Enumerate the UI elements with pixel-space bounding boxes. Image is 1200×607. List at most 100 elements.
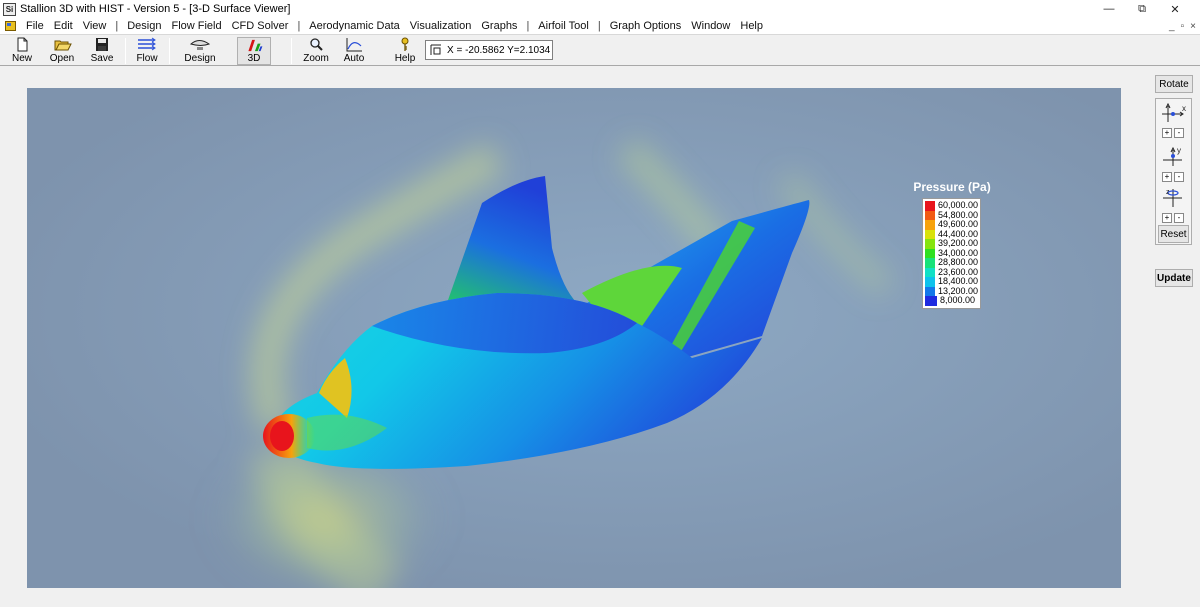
auto-button[interactable]: Auto (338, 37, 370, 65)
spaceplane-pressure-render[interactable] (27, 88, 1121, 588)
coordinates-text: X = -20.5862 Y=2.1034 (447, 44, 551, 56)
flow-label: Flow (136, 53, 158, 64)
menu-help[interactable]: Help (735, 20, 768, 32)
magnifier-icon (310, 38, 323, 51)
menu-edit[interactable]: Edit (49, 20, 78, 32)
menu-graph-options[interactable]: Graph Options (605, 20, 687, 32)
3d-surface-viewport[interactable]: Pressure (Pa) 60,000.00 54,800.00 49,600.0… (27, 88, 1121, 588)
help-key-icon (401, 37, 409, 51)
legend-swatch (925, 229, 935, 239)
crosshair-icon (430, 44, 441, 55)
legend-label: 39,200.00 (937, 238, 978, 249)
legend-swatch (925, 210, 935, 220)
stallion-app-icon[interactable]: Si (3, 2, 16, 16)
menu-separator: | (597, 20, 601, 32)
svg-text:z: z (1166, 189, 1170, 196)
auto-label: Auto (343, 53, 365, 64)
window-title: Stallion 3D with HIST - Version 5 - [3-D… (20, 3, 291, 15)
legend-swatch (925, 248, 935, 258)
flow-lines-icon (138, 37, 156, 51)
legend-swatch (925, 239, 935, 249)
y-axis-control: y + - (1160, 146, 1188, 182)
menu-airfoil-tool[interactable]: Airfoil Tool (533, 20, 594, 32)
help-button[interactable]: Help (389, 37, 421, 65)
mdi-minimize-button[interactable]: _ (1169, 21, 1175, 32)
toolbar: New Open Save Flow Design 3D Zoom Auto H… (0, 34, 1200, 66)
legend-swatch (925, 220, 935, 230)
mdi-window-controls: _ ▫ × (1169, 18, 1196, 34)
save-label: Save (90, 53, 114, 64)
save-button[interactable]: Save (86, 37, 118, 65)
menu-cfd-solver[interactable]: CFD Solver (227, 20, 294, 32)
cursor-coordinates-readout: X = -20.5862 Y=2.1034 (425, 40, 553, 60)
legend-title: Pressure (Pa) (913, 180, 991, 194)
rotate-button[interactable]: Rotate (1155, 75, 1193, 93)
new-file-icon (17, 37, 28, 52)
mdi-restore-button[interactable]: ▫ (1181, 21, 1185, 32)
menu-aerodynamic-data[interactable]: Aerodynamic Data (304, 20, 405, 32)
legend-label: 28,800.00 (937, 257, 978, 268)
svg-text:y: y (1177, 146, 1181, 155)
menu-file[interactable]: File (21, 20, 49, 32)
zoom-button[interactable]: Zoom (300, 37, 332, 65)
update-button[interactable]: Update (1155, 269, 1193, 287)
menu-separator: | (526, 20, 530, 32)
legend-label: 18,400.00 (937, 276, 978, 287)
flow-button[interactable]: Flow (131, 37, 163, 65)
svg-text:x: x (1182, 104, 1186, 113)
legend-label: 8,000.00 (940, 295, 976, 306)
x-axis-control: x + - (1160, 102, 1188, 138)
x-axis-icon: x (1162, 102, 1186, 122)
menu-graphs[interactable]: Graphs (476, 20, 522, 32)
toolbar-separator (169, 38, 170, 64)
y-axis-icon: y (1163, 146, 1182, 166)
menu-separator: | (115, 20, 119, 32)
auto-scale-graph-icon (346, 38, 362, 52)
legend-swatch (925, 267, 935, 277)
menu-window[interactable]: Window (686, 20, 735, 32)
toolbar-separator (125, 38, 126, 64)
rotate-z-plus-button[interactable]: + (1162, 213, 1172, 223)
legend-swatch (925, 201, 935, 211)
airfoil-icon (189, 40, 211, 50)
legend-swatch (925, 286, 935, 296)
menu-visualization[interactable]: Visualization (405, 20, 477, 32)
pressure-legend: Pressure (Pa) 60,000.00 54,800.00 49,600.0… (912, 180, 992, 309)
rotate-y-minus-button[interactable]: - (1174, 172, 1184, 182)
legend-swatch (925, 277, 935, 287)
floppy-disk-icon (96, 38, 108, 51)
open-button[interactable]: Open (46, 37, 78, 65)
restore-button[interactable]: ⧉ (1127, 0, 1157, 18)
3d-label: 3D (247, 53, 261, 64)
toolbar-separator (291, 38, 292, 64)
stagnation-point (270, 421, 294, 451)
menu-flow-field[interactable]: Flow Field (166, 20, 226, 32)
reset-button[interactable]: Reset (1158, 225, 1189, 243)
rotate-y-plus-button[interactable]: + (1162, 172, 1172, 182)
legend-swatch (925, 258, 935, 268)
menu-view[interactable]: View (78, 20, 112, 32)
rotate-x-plus-button[interactable]: + (1162, 128, 1172, 138)
view-control-panel: Rotate x + - y + - z + - Reset Update (1147, 67, 1200, 607)
3d-view-button[interactable]: 3D (237, 37, 271, 65)
folder-open-icon (54, 40, 72, 51)
minimize-button[interactable]: — (1094, 0, 1124, 18)
workspace: Pressure (Pa) 60,000.00 54,800.00 49,600.0… (0, 67, 1147, 607)
close-button[interactable]: ✕ (1160, 0, 1190, 18)
new-label: New (11, 53, 32, 64)
legend-swatch (925, 296, 937, 306)
zoom-label: Zoom (303, 53, 329, 64)
axis-rotation-controls: x + - y + - z + - Reset (1155, 98, 1192, 245)
design-label: Design (184, 53, 216, 64)
rotate-x-minus-button[interactable]: - (1174, 128, 1184, 138)
3d-bars-icon (248, 39, 263, 52)
document-icon[interactable] (5, 21, 16, 31)
mdi-close-button[interactable]: × (1190, 21, 1196, 32)
title-bar: Si Stallion 3D with HIST - Version 5 - [… (0, 0, 1200, 18)
design-button[interactable]: Design (181, 37, 219, 65)
new-button[interactable]: New (6, 37, 38, 65)
rotate-z-minus-button[interactable]: - (1174, 213, 1184, 223)
menu-design[interactable]: Design (122, 20, 166, 32)
legend-label: 60,000.00 (937, 200, 978, 211)
menu-bar: File Edit View | Design Flow Field CFD Solver |… (0, 18, 1200, 34)
